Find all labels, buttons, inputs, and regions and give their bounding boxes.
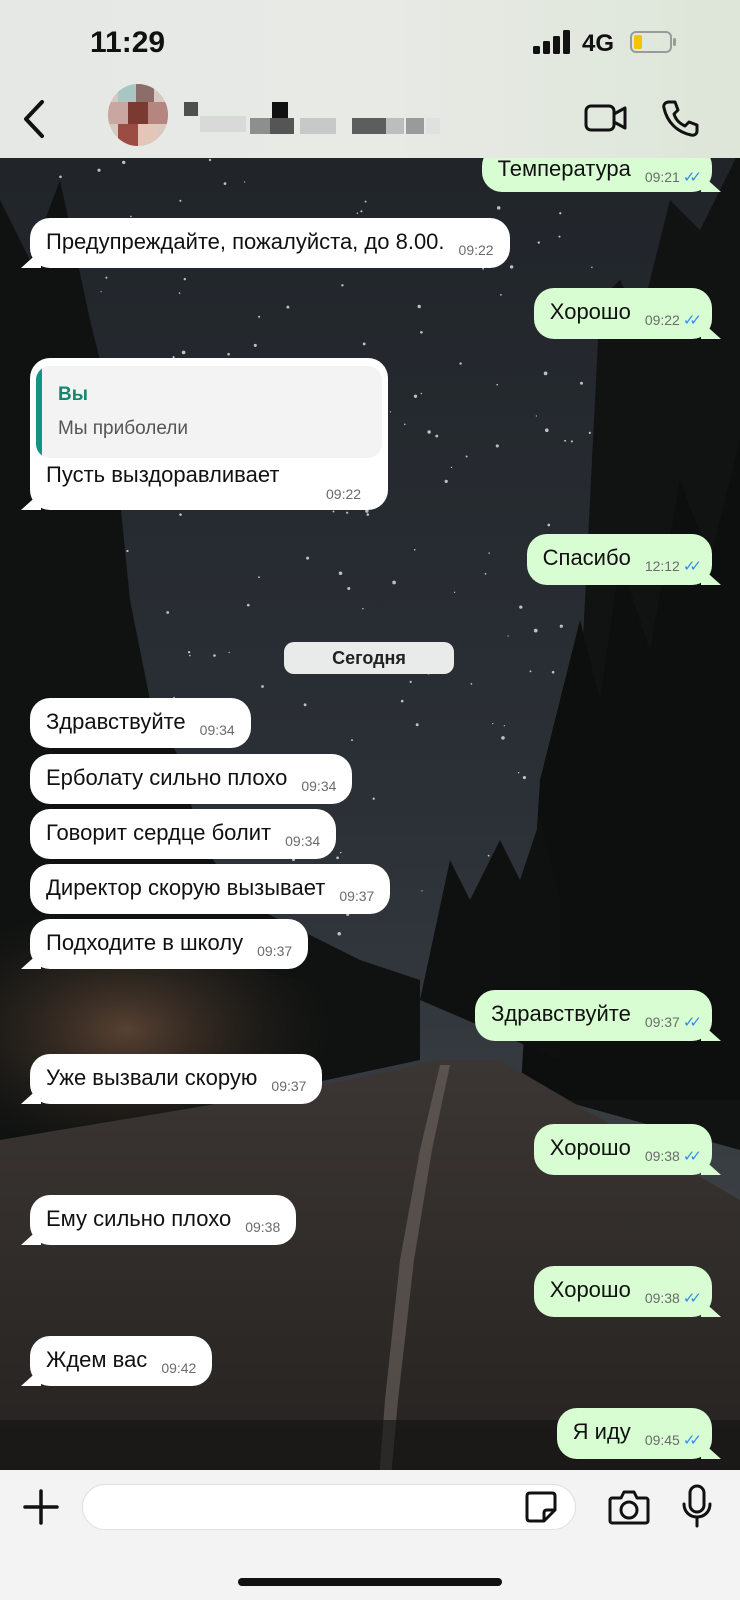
message-incoming[interactable]: Ерболату сильно плохо 09:34 [30, 754, 353, 804]
read-receipt-icon: ✓✓ [682, 1148, 702, 1165]
message-text: Температура [497, 158, 631, 181]
message-outgoing[interactable]: Температура 09:21 ✓✓ [481, 158, 712, 192]
message-input[interactable] [82, 1484, 576, 1530]
message-incoming[interactable]: Подходите в школу 09:37 [30, 919, 309, 969]
message-incoming[interactable]: Уже вызвали скорую 09:37 [30, 1054, 323, 1104]
message-text: Ему сильно плохо [46, 1206, 232, 1231]
phone-icon[interactable] [660, 98, 700, 138]
message-time: 09:22 [458, 242, 494, 258]
message-text: Говорит сердце болит [46, 820, 272, 845]
message-composer [0, 1470, 740, 1600]
message-time: 09:21 [644, 169, 680, 185]
contact-avatar[interactable] [108, 84, 168, 146]
plus-icon[interactable] [22, 1488, 60, 1526]
message-incoming[interactable]: Директор скорую вызывает 09:37 [30, 864, 391, 914]
message-time: 09:34 [199, 722, 235, 738]
message-time: 09:38 [644, 1290, 680, 1306]
message-time: 09:37 [339, 888, 375, 904]
read-receipt-icon: ✓✓ [682, 1432, 702, 1449]
message-text: Я иду [572, 1419, 631, 1444]
message-list[interactable]: Температура 09:21 ✓✓ Предупреждайте, пожал… [0, 158, 740, 1470]
message-incoming[interactable]: Здравствуйте 09:34 [30, 698, 251, 748]
message-outgoing[interactable]: Хорошо 09:38 ✓✓ [533, 1266, 712, 1317]
message-time: 12:12 [644, 558, 680, 574]
message-text: Директор скорую вызывает [46, 875, 326, 900]
message-incoming[interactable]: Ему сильно плохо 09:38 [30, 1195, 297, 1245]
microphone-icon[interactable] [680, 1484, 714, 1528]
message-outgoing[interactable]: Спасибо 12:12 ✓✓ [526, 534, 712, 585]
home-indicator [238, 1578, 502, 1586]
read-receipt-icon: ✓✓ [682, 312, 702, 329]
message-text: Спасибо [542, 545, 631, 570]
message-text: Хорошо [549, 1135, 631, 1160]
quoted-text: Мы приболели [58, 418, 188, 439]
network-type: 4G [582, 30, 615, 57]
message-outgoing[interactable]: Здравствуйте 09:37 ✓✓ [475, 990, 712, 1041]
message-text: Предупреждайте, пожалуйста, до 8.00. [46, 229, 445, 254]
message-text: Уже вызвали скорую [46, 1065, 258, 1090]
read-receipt-icon: ✓✓ [682, 1290, 702, 1307]
message-outgoing[interactable]: Хорошо 09:38 ✓✓ [533, 1124, 712, 1175]
status-clock: 11:29 [90, 26, 166, 59]
contact-name-blurred[interactable] [180, 100, 450, 140]
message-time: 09:37 [257, 943, 293, 959]
read-receipt-icon: ✓✓ [682, 558, 702, 575]
chat-header: 11:29 4G [0, 0, 740, 158]
message-time: 09:34 [285, 833, 321, 849]
message-incoming-reply[interactable]: Вы Мы приболели Пусть выздоравливает 09:… [30, 358, 388, 510]
message-text: Хорошо [549, 299, 631, 324]
message-time: 09:38 [245, 1219, 281, 1235]
message-time: 09:42 [161, 1360, 197, 1376]
message-time: 09:38 [644, 1148, 680, 1164]
message-text: Здравствуйте [491, 1001, 631, 1026]
message-time: 09:22 [644, 312, 680, 328]
message-text: Пусть выздоравливает [46, 462, 280, 487]
message-text: Хорошо [549, 1277, 631, 1302]
message-incoming[interactable]: Ждем вас 09:42 [30, 1336, 213, 1386]
message-time: 09:22 [326, 486, 362, 502]
camera-icon[interactable] [608, 1488, 650, 1526]
message-outgoing[interactable]: Хорошо 09:22 ✓✓ [533, 288, 712, 339]
message-time: 09:34 [301, 778, 337, 794]
read-receipt-icon: ✓✓ [682, 1014, 702, 1031]
message-text: Здравствуйте [46, 709, 186, 734]
video-camera-icon[interactable] [584, 100, 628, 136]
message-outgoing[interactable]: Я иду 09:45 ✓✓ [556, 1408, 712, 1459]
message-time: 09:37 [644, 1014, 680, 1030]
message-text: Подходите в школу [46, 930, 244, 955]
message-text: Ждем вас [46, 1347, 148, 1372]
read-receipt-icon: ✓✓ [682, 169, 702, 186]
quoted-message[interactable]: Вы Мы приболели [36, 366, 382, 458]
signal-icon [533, 30, 570, 54]
quoted-author: Вы [58, 384, 88, 405]
sticker-icon[interactable] [524, 1490, 558, 1524]
message-incoming[interactable]: Говорит сердце болит 09:34 [30, 809, 337, 859]
chevron-left-icon[interactable] [18, 98, 50, 140]
message-incoming[interactable]: Предупреждайте, пожалуйста, до 8.00. 09:2… [30, 218, 510, 268]
quote-accent-bar [36, 366, 42, 458]
message-time: 09:37 [271, 1078, 307, 1094]
date-divider: Сегодня [284, 642, 454, 674]
message-text: Ерболату сильно плохо [46, 765, 288, 790]
battery-icon [630, 31, 676, 53]
message-time: 09:45 [644, 1432, 680, 1448]
